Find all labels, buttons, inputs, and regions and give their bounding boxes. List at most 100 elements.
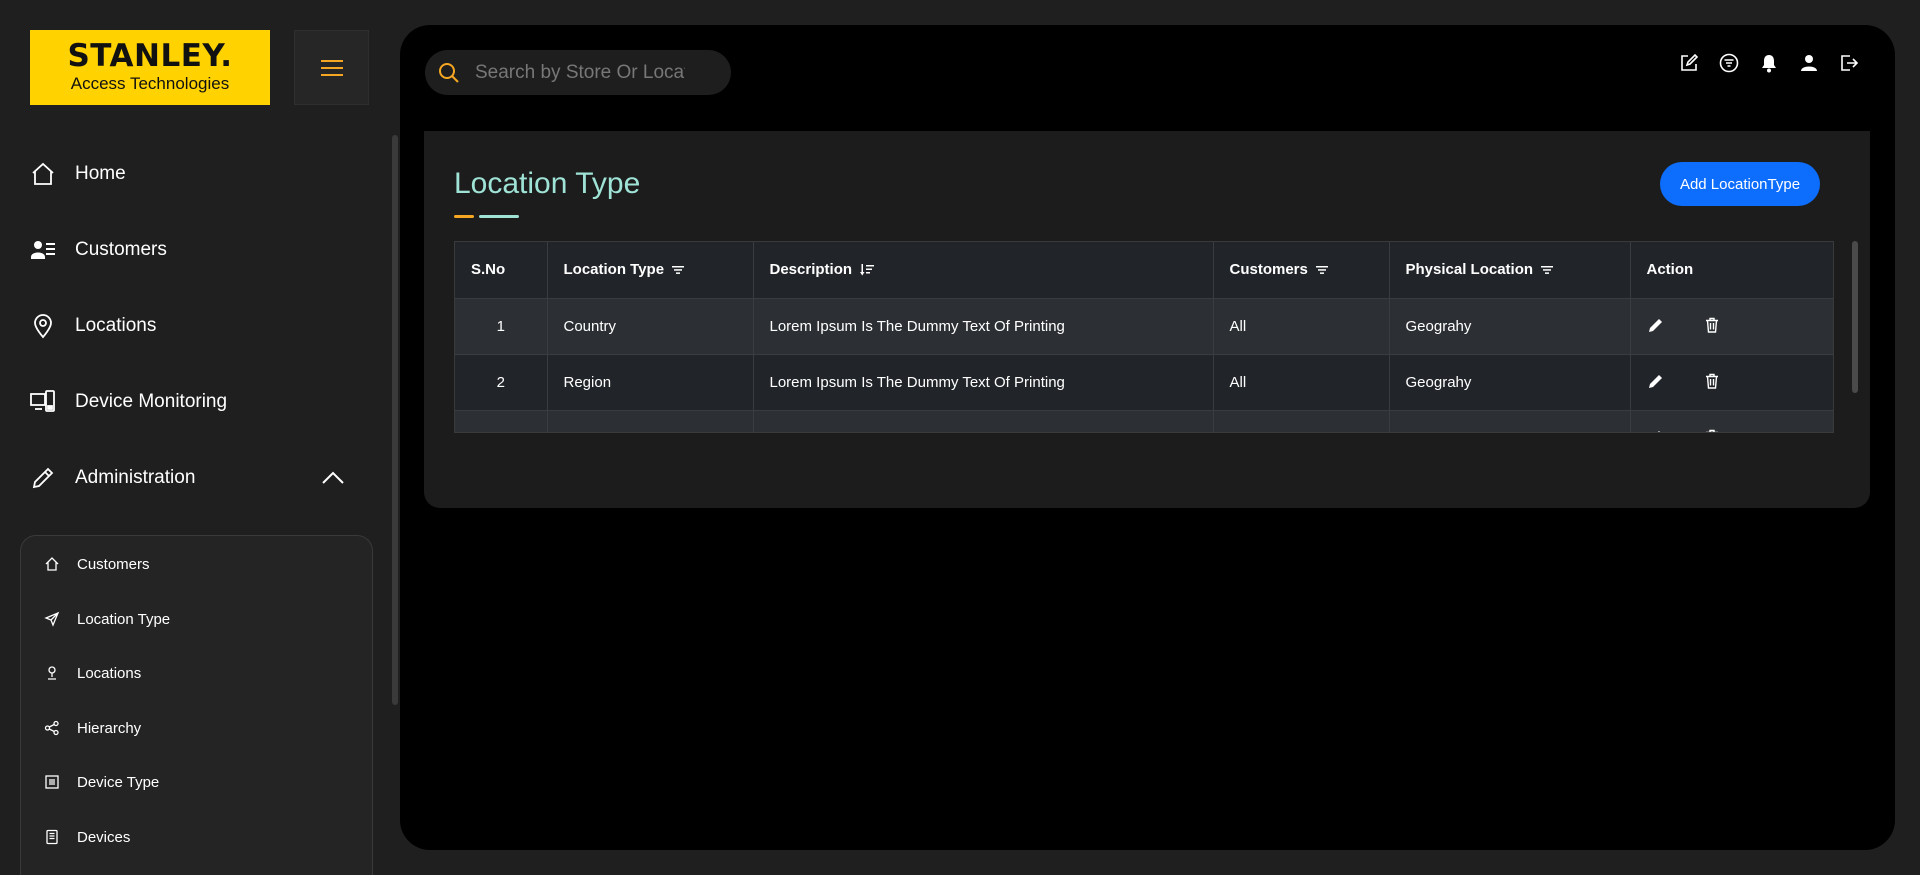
cell-customers: All bbox=[1213, 354, 1390, 411]
table-scrollbar[interactable] bbox=[1852, 241, 1858, 393]
location-pin-icon bbox=[30, 313, 56, 339]
sort-icon[interactable] bbox=[1541, 265, 1554, 275]
edit-icon[interactable] bbox=[1679, 53, 1699, 73]
cell-description: Lorem Ipsum Is The Dummy Text Of Printin… bbox=[753, 298, 1214, 355]
header-label: Location Type bbox=[563, 261, 665, 279]
add-location-type-button[interactable]: Add LocationType bbox=[1660, 162, 1820, 206]
submenu-item-devices[interactable]: Devices bbox=[43, 824, 130, 850]
chevron-up-icon[interactable] bbox=[320, 465, 346, 491]
filter-icon[interactable] bbox=[1719, 53, 1739, 73]
cell-sno: 3 bbox=[455, 410, 548, 432]
devices-icon bbox=[30, 389, 56, 415]
cell-customers: All bbox=[1213, 410, 1390, 432]
table-row: 1 Country Lorem Ipsum Is The Dummy Text … bbox=[455, 298, 1833, 355]
submenu-label: Customers bbox=[77, 555, 150, 573]
cell-description: Lorem Ipsum Is The Dummy Text Of Printin… bbox=[753, 354, 1214, 411]
user-icon[interactable] bbox=[1799, 53, 1819, 73]
cell-location-type: State bbox=[547, 410, 754, 432]
stanley-logo[interactable]: STANLEY. Access Technologies bbox=[30, 30, 270, 105]
column-header-physical-location[interactable]: Physical Location bbox=[1389, 242, 1631, 299]
main-panel: Location Type Add LocationType S.No Loca… bbox=[400, 25, 1895, 850]
table-row: 2 Region Lorem Ipsum Is The Dummy Text O… bbox=[455, 354, 1833, 411]
header-label: Action bbox=[1646, 261, 1694, 279]
nav-item-customers[interactable]: Customers bbox=[30, 230, 167, 270]
delete-icon[interactable] bbox=[1703, 372, 1721, 390]
edit-pencil-icon[interactable] bbox=[1647, 372, 1665, 390]
location-type-card: Location Type Add LocationType S.No Loca… bbox=[424, 131, 1870, 508]
cell-sno: 1 bbox=[455, 298, 548, 355]
table-row: 3 State Lorem Ipsum Is The Dummy Text Of… bbox=[455, 410, 1833, 432]
logo-subtitle: Access Technologies bbox=[70, 74, 230, 93]
cell-physical-location: Geograhy bbox=[1389, 410, 1631, 432]
nav-item-administration[interactable]: Administration bbox=[30, 458, 195, 498]
home-icon bbox=[30, 161, 56, 187]
nav-item-home[interactable]: Home bbox=[30, 154, 126, 194]
nav-item-device-monitoring[interactable]: Device Monitoring bbox=[30, 382, 227, 422]
column-header-location-type[interactable]: Location Type bbox=[547, 242, 754, 299]
sort-descending-icon[interactable] bbox=[860, 264, 875, 276]
edit-pencil-icon[interactable] bbox=[1647, 428, 1665, 432]
title-underline bbox=[479, 215, 519, 218]
column-header-customers[interactable]: Customers bbox=[1213, 242, 1390, 299]
title-underline-accent bbox=[454, 215, 474, 218]
delete-icon[interactable] bbox=[1703, 428, 1721, 432]
home-icon bbox=[43, 555, 61, 573]
submenu-item-location-type[interactable]: Location Type bbox=[43, 606, 170, 632]
bell-icon[interactable] bbox=[1759, 53, 1779, 73]
cell-action bbox=[1630, 354, 1833, 411]
nav-label: Locations bbox=[75, 315, 157, 336]
pencil-icon bbox=[30, 465, 56, 491]
column-header-sno: S.No bbox=[455, 242, 548, 299]
cell-description: Lorem Ipsum Is The Dummy Text Of Printin… bbox=[753, 410, 1214, 432]
location-type-table: S.No Location Type Description Customers… bbox=[454, 241, 1834, 433]
header-label: Customers bbox=[1229, 261, 1308, 279]
page-title: Location Type bbox=[454, 167, 641, 200]
submenu-label: Devices bbox=[77, 828, 131, 846]
submenu-label: Locations bbox=[77, 664, 142, 682]
sidebar: STANLEY. Access Technologies Home Custom… bbox=[0, 0, 390, 875]
nav-label: Customers bbox=[75, 239, 167, 260]
search-input[interactable] bbox=[475, 61, 685, 84]
cell-sno: 2 bbox=[455, 354, 548, 411]
send-icon bbox=[43, 610, 61, 628]
customers-icon bbox=[30, 237, 56, 263]
submenu-label: Hierarchy bbox=[77, 719, 142, 737]
logout-icon[interactable] bbox=[1839, 53, 1859, 73]
search-icon bbox=[439, 62, 459, 83]
share-icon bbox=[43, 719, 61, 737]
sidebar-scrollbar[interactable] bbox=[392, 135, 398, 705]
header-label: S.No bbox=[471, 261, 506, 279]
column-header-action: Action bbox=[1630, 242, 1833, 299]
cell-location-type: Region bbox=[547, 354, 754, 411]
column-header-description[interactable]: Description bbox=[753, 242, 1214, 299]
cell-physical-location: Geograhy bbox=[1389, 298, 1631, 355]
submenu-item-customers[interactable]: Customers bbox=[43, 551, 150, 577]
administration-submenu: Customers Location Type Locations Hierar… bbox=[20, 535, 373, 875]
cell-action bbox=[1630, 410, 1833, 432]
header-label: Description bbox=[769, 261, 853, 279]
header-label: Physical Location bbox=[1405, 261, 1534, 279]
submenu-item-device-type[interactable]: Device Type bbox=[43, 769, 159, 795]
submenu-label: Device Type bbox=[77, 773, 160, 791]
nav-label: Device Monitoring bbox=[75, 391, 228, 412]
sort-icon[interactable] bbox=[1316, 265, 1329, 275]
nav-label: Administration bbox=[75, 467, 196, 488]
cell-customers: All bbox=[1213, 298, 1390, 355]
submenu-item-locations[interactable]: Locations bbox=[43, 660, 141, 686]
device-type-icon bbox=[43, 773, 61, 791]
nav-item-locations[interactable]: Locations bbox=[30, 306, 156, 346]
submenu-label: Location Type bbox=[77, 610, 171, 628]
logo-brand: STANLEY. bbox=[67, 38, 233, 74]
delete-icon[interactable] bbox=[1703, 316, 1721, 334]
submenu-item-hierarchy[interactable]: Hierarchy bbox=[43, 715, 141, 741]
sort-icon[interactable] bbox=[672, 265, 685, 275]
search-bar bbox=[425, 50, 731, 95]
device-icon bbox=[43, 828, 61, 846]
person-pin-icon bbox=[43, 664, 61, 682]
top-toolbar bbox=[1679, 53, 1859, 73]
cell-action bbox=[1630, 298, 1833, 355]
hamburger-menu-button[interactable] bbox=[294, 30, 369, 105]
cell-physical-location: Geograhy bbox=[1389, 354, 1631, 411]
hamburger-icon bbox=[320, 59, 343, 76]
edit-pencil-icon[interactable] bbox=[1647, 316, 1665, 334]
